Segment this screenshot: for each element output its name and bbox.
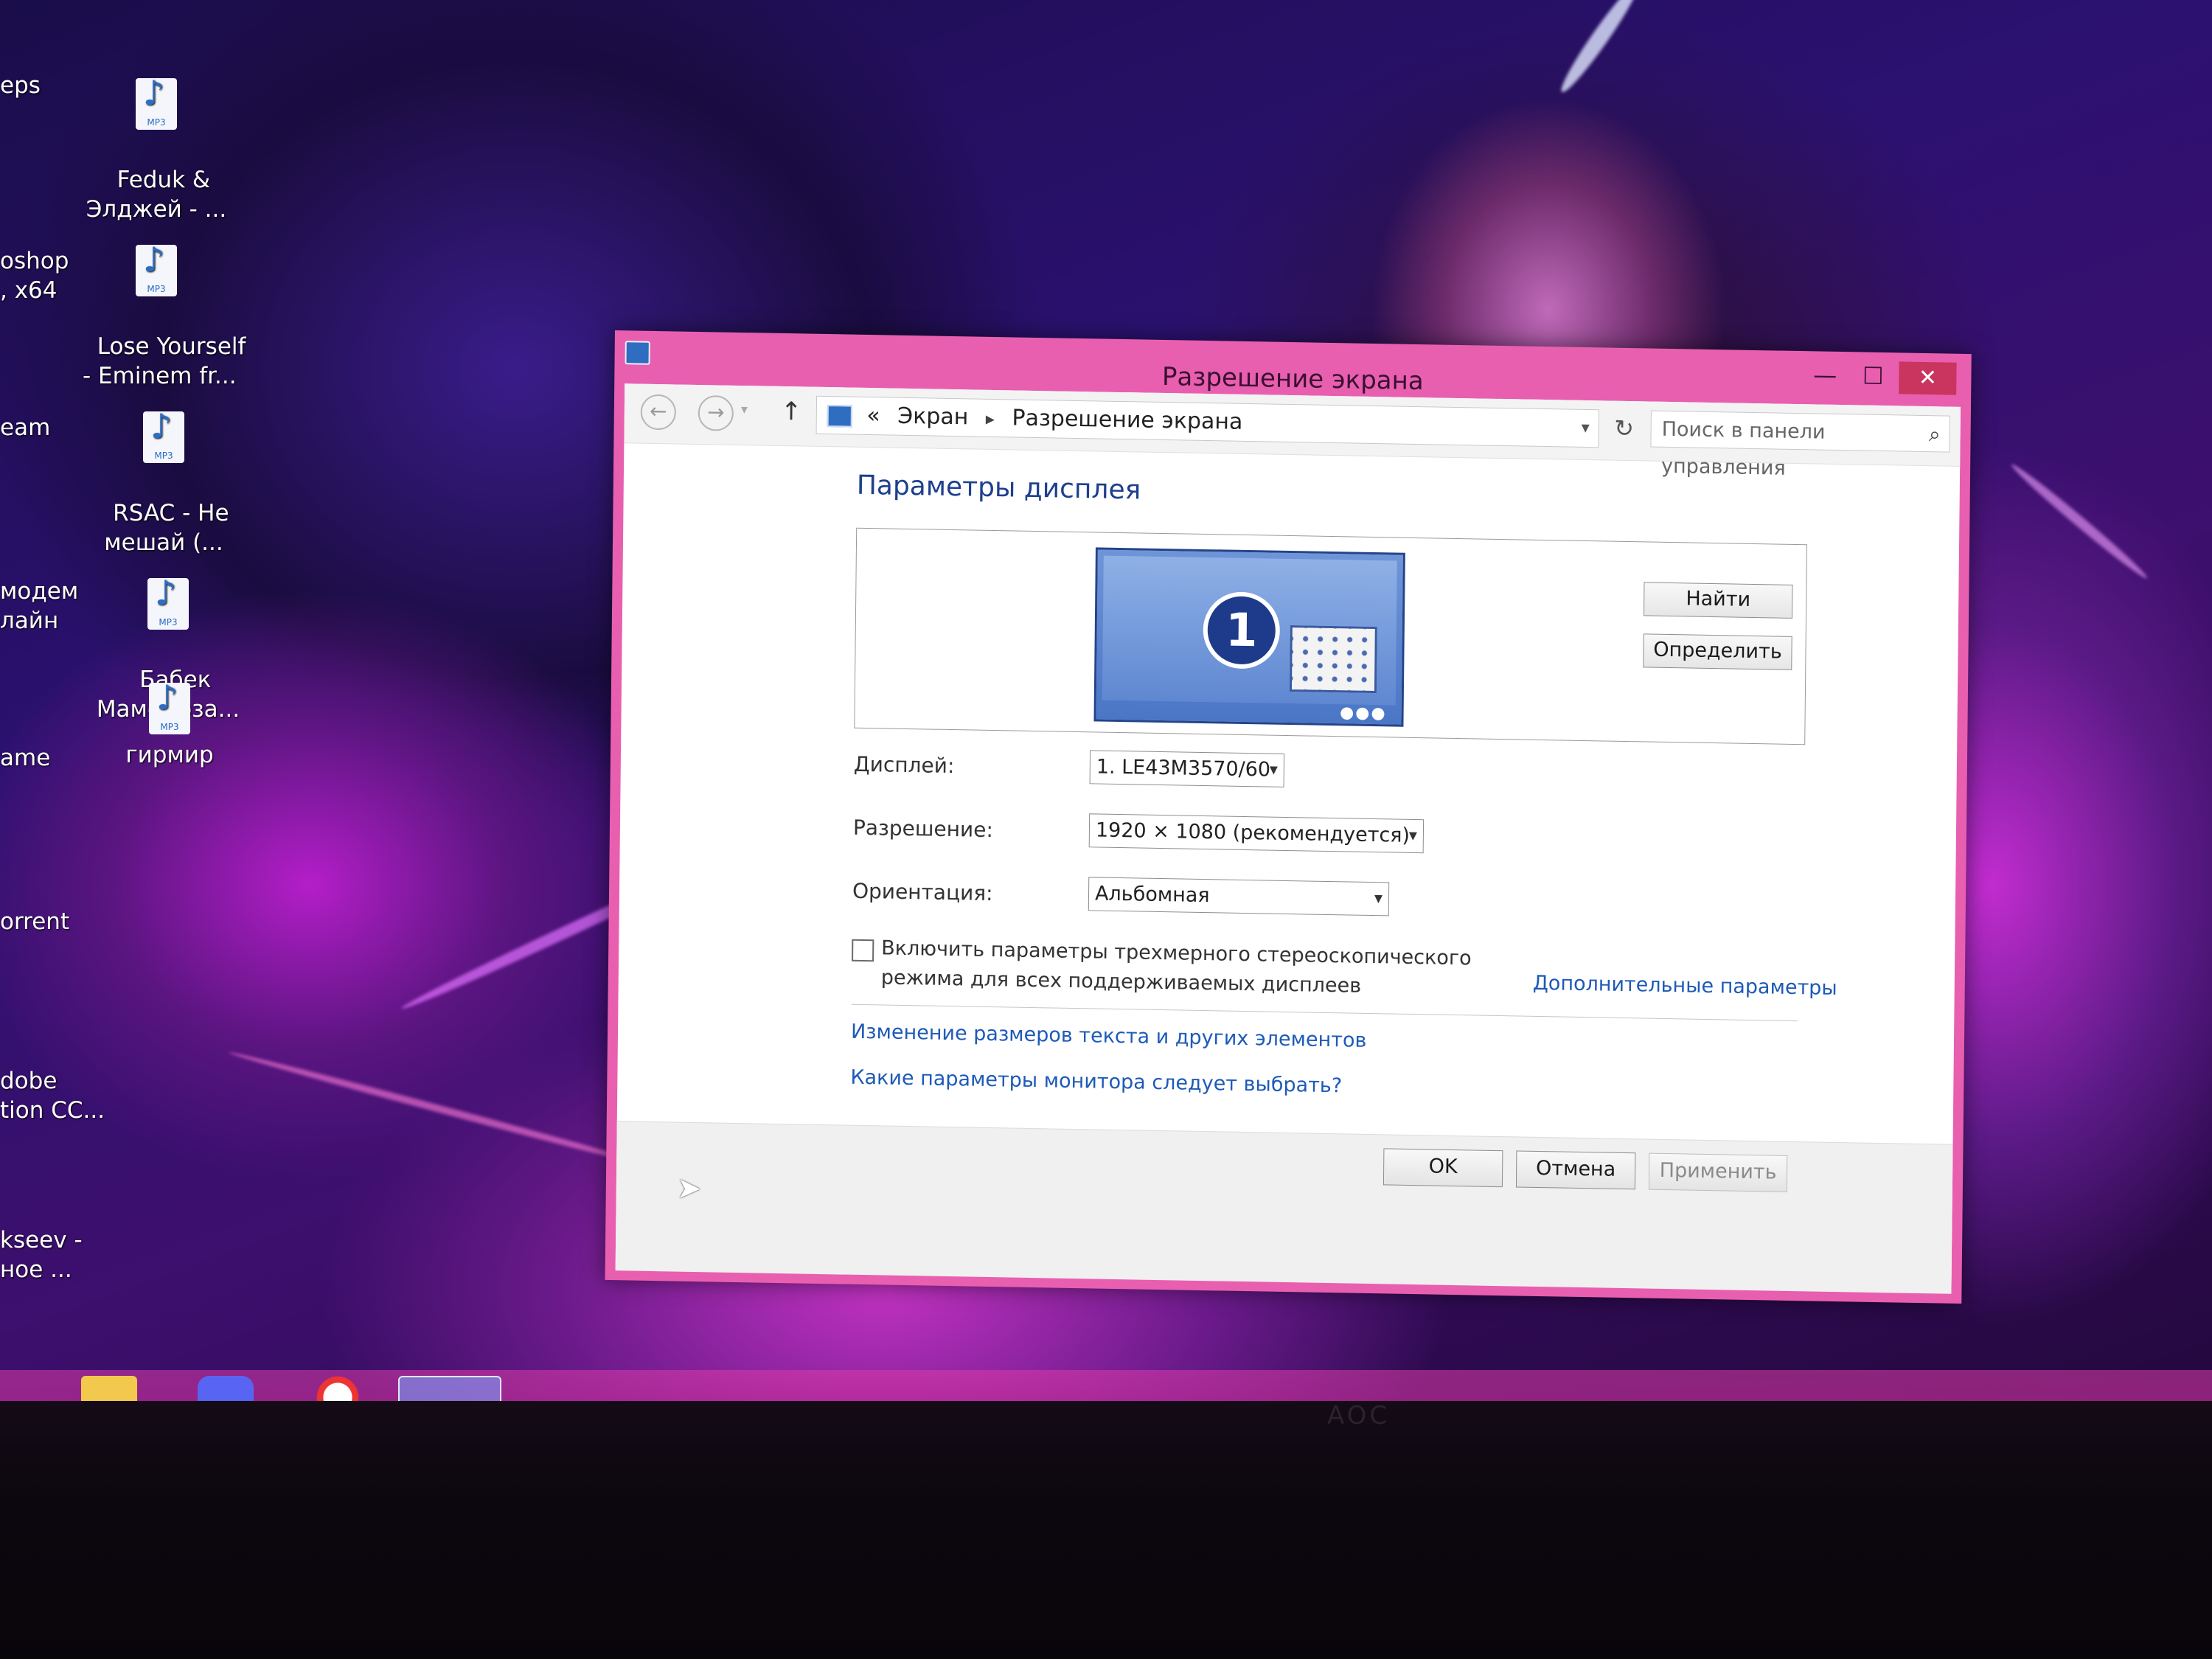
- chevron-down-icon: ▾: [1374, 889, 1383, 908]
- desktop-icon-cut-label[interactable]: dobe tion CC...: [0, 1066, 105, 1125]
- address-bar[interactable]: « Экран ▸ Разрешение экрана ▾: [815, 395, 1599, 448]
- window-controls: — ☐ ✕: [1803, 360, 1957, 395]
- which-monitor-settings-link[interactable]: Какие параметры монитора следует выбрать…: [850, 1066, 1342, 1098]
- chevron-down-icon: ▾: [1269, 760, 1278, 779]
- desktop-icon-cut-label[interactable]: ame: [0, 743, 50, 773]
- maximize-button[interactable]: ☐: [1851, 361, 1895, 390]
- mp3-file-icon: MP3: [149, 683, 190, 734]
- breadcrumb-overflow[interactable]: «: [866, 403, 880, 428]
- window-frame: Разрешение экрана — ☐ ✕ ← → ▾ ↑ « Экран …: [605, 330, 1972, 1304]
- page-title: Параметры дисплея: [856, 470, 1141, 506]
- recent-pages-chevron-icon[interactable]: ▾: [741, 402, 748, 417]
- monitor-number: 1: [1203, 591, 1281, 669]
- refresh-button[interactable]: ↻: [1607, 410, 1641, 448]
- ellipsis-icon: ●●●: [1339, 703, 1387, 723]
- address-dropdown-icon[interactable]: ▾: [1581, 410, 1590, 447]
- breadcrumb-separator-icon[interactable]: ▸: [986, 408, 995, 429]
- display-select[interactable]: 1. LE43M3570/60 ▾: [1089, 750, 1285, 787]
- monitor-brand-logo: AOC: [1327, 1401, 1391, 1430]
- orientation-select[interactable]: Альбомная ▾: [1088, 877, 1390, 917]
- control-panel-icon: [827, 404, 852, 428]
- stereo-3d-checkbox[interactable]: [852, 939, 874, 962]
- mp3-file-icon: MP3: [136, 245, 177, 296]
- desktop-icon-cut-label[interactable]: eps: [0, 71, 41, 100]
- screen-resolution-window: Разрешение экрана — ☐ ✕ ← → ▾ ↑ « Экран …: [605, 330, 2000, 1313]
- dialog-footer: OK Отмена Применить ➤: [615, 1121, 1953, 1294]
- ok-button[interactable]: OK: [1382, 1148, 1503, 1188]
- advanced-settings-link[interactable]: Дополнительные параметры: [1533, 972, 1837, 1000]
- monitor-bezel: [0, 1401, 2212, 1659]
- breadcrumb-resolution[interactable]: Разрешение экрана: [1012, 405, 1242, 434]
- mp3-file-icon: MP3: [143, 411, 184, 463]
- desktop-icon-label: гирмир: [125, 742, 214, 768]
- orientation-label: Ориентация:: [852, 878, 993, 906]
- stereo-3d-checkbox-label[interactable]: Включить параметры трехмерного стереоско…: [881, 933, 1545, 1004]
- divider: [851, 1004, 1798, 1022]
- minimize-button[interactable]: —: [1803, 361, 1847, 389]
- desktop-icon-cut-label[interactable]: orrent: [0, 907, 69, 936]
- mp3-file-icon: MP3: [136, 78, 177, 130]
- mp3-file-icon: MP3: [147, 578, 189, 630]
- search-icon[interactable]: ⌕: [1929, 416, 1941, 453]
- resolution-select[interactable]: 1920 × 1080 (рекомендуется) ▾: [1088, 813, 1425, 854]
- breadcrumb-screen[interactable]: Экран: [897, 403, 968, 431]
- forward-button[interactable]: →: [698, 394, 734, 431]
- search-placeholder: Поиск в панели управления: [1660, 417, 1826, 480]
- window-client-area: ← → ▾ ↑ « Экран ▸ Разрешение экрана ▾ ↻ …: [615, 383, 1961, 1294]
- desktop-icon-cut-label[interactable]: kseev - ное ...: [0, 1225, 83, 1284]
- search-input[interactable]: Поиск в панели управления ⌕: [1650, 410, 1950, 480]
- chevron-down-icon: ▾: [1408, 826, 1418, 846]
- desktop-icon-cut-label[interactable]: модем лайн: [0, 577, 78, 636]
- back-button[interactable]: ←: [640, 394, 677, 431]
- apply-button[interactable]: Применить: [1648, 1152, 1788, 1192]
- text-size-link[interactable]: Изменение размеров текста и других элеме…: [851, 1020, 1367, 1052]
- display-preview-panel: 1 ●●● Найти Определить: [854, 527, 1808, 745]
- identify-button[interactable]: Определить: [1643, 633, 1792, 670]
- cancel-button[interactable]: Отмена: [1515, 1150, 1636, 1190]
- display-label: Дисплей:: [853, 751, 955, 779]
- resolution-label: Разрешение:: [852, 815, 994, 843]
- desktop-icon-mp3[interactable]: MP3 гирмир: [96, 683, 243, 770]
- calculator-icon: [1289, 625, 1377, 694]
- find-button[interactable]: Найти: [1644, 582, 1793, 619]
- up-button[interactable]: ↑: [781, 397, 802, 426]
- close-button[interactable]: ✕: [1899, 361, 1957, 395]
- monitor-1-thumbnail[interactable]: 1 ●●●: [1093, 547, 1405, 727]
- desktop-icon-cut-label[interactable]: oshop , x64: [0, 246, 69, 305]
- mouse-cursor-icon: ➤: [676, 1171, 702, 1206]
- desktop-icon-cut-label[interactable]: eam: [0, 413, 50, 442]
